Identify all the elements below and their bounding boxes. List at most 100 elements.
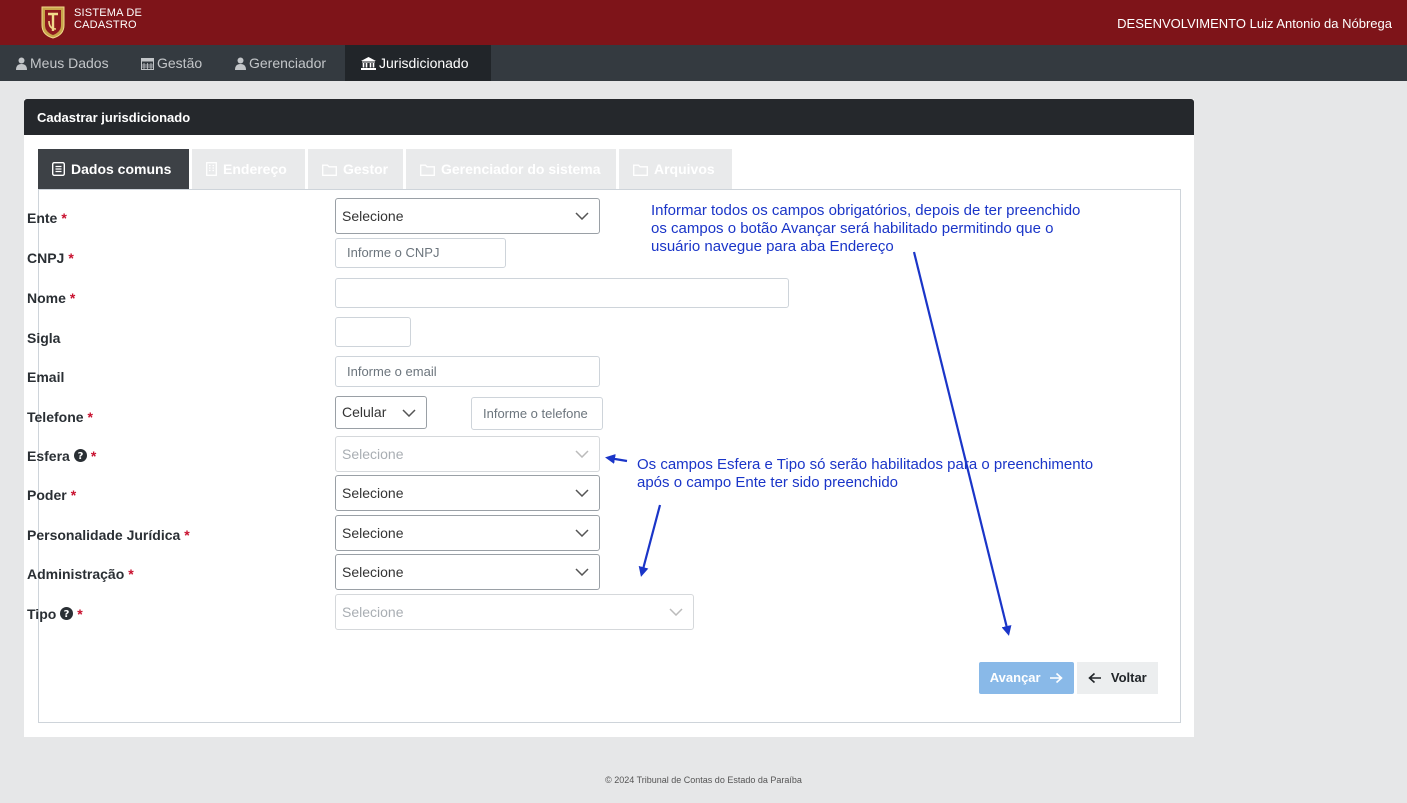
- tipo-value: Selecione: [342, 604, 404, 620]
- tab-arquivos[interactable]: Arquivos: [619, 149, 732, 189]
- required-mark: *: [87, 409, 93, 425]
- svg-text:?: ?: [64, 609, 70, 620]
- chevron-down-icon: [669, 608, 683, 616]
- back-label: Voltar: [1110, 670, 1147, 685]
- question-circle-icon[interactable]: ?: [60, 607, 74, 620]
- poder-select[interactable]: Selecione: [335, 475, 600, 511]
- nav-jurisdicionado[interactable]: Jurisdicionado: [345, 45, 491, 81]
- poder-value: Selecione: [342, 485, 404, 501]
- calendar-icon: [141, 58, 154, 70]
- label-nome: Nome *: [27, 290, 75, 308]
- top-header: SISTEMA DE CADASTRO DESENVOLVIMENTO Luiz…: [0, 0, 1407, 45]
- nav-gerenciador[interactable]: Gerenciador: [219, 45, 345, 81]
- folder-icon: [420, 164, 435, 176]
- card-title: Cadastrar jurisdicionado: [24, 99, 1194, 135]
- tab-gerenciador-sistema[interactable]: Gerenciador do sistema: [406, 149, 616, 189]
- folder-icon: [322, 164, 337, 176]
- label-text: Esfera: [27, 448, 70, 464]
- label-text: Email: [27, 369, 65, 385]
- annotation-required-fields: Informar todos os campos obrigatórios, d…: [651, 202, 1080, 256]
- sigla-input[interactable]: [335, 317, 411, 347]
- chevron-down-icon: [575, 568, 589, 576]
- main-nav: Meus Dados Gestão Gerenciador Jurisdicio…: [0, 45, 1407, 81]
- tab-label: Gerenciador do sistema: [441, 161, 601, 177]
- nav-label: Jurisdicionado: [379, 55, 469, 71]
- annotation-line: Informar todos os campos obrigatórios, d…: [651, 202, 1081, 219]
- annotation-line: após o campo Ente ter sido preenchido: [637, 474, 898, 491]
- label-text: CNPJ: [27, 250, 65, 266]
- register-card: Cadastrar jurisdicionado Dados comuns En…: [24, 99, 1194, 737]
- label-text: Administração: [27, 566, 125, 582]
- institution-icon: [361, 57, 376, 70]
- personalidade-juridica-select[interactable]: Selecione: [335, 515, 600, 551]
- chevron-down-icon: [575, 450, 589, 458]
- label-tipo: Tipo? *: [27, 606, 83, 624]
- nav-label: Meus Dados: [30, 55, 109, 71]
- label-sigla: Sigla: [27, 330, 60, 348]
- nome-input[interactable]: [335, 278, 789, 308]
- tab-gestor[interactable]: Gestor: [308, 149, 403, 189]
- annotation-line: usuário navegue para aba Endereço: [651, 238, 894, 255]
- tab-endereco[interactable]: Endereço: [192, 149, 305, 189]
- tab-label: Arquivos: [654, 161, 715, 177]
- label-poder: Poder *: [27, 487, 76, 505]
- label-personalidade-juridica: Personalidade Jurídica *: [27, 527, 190, 545]
- tipo-select[interactable]: Selecione: [335, 594, 694, 630]
- tab-label: Gestor: [343, 161, 389, 177]
- cnpj-input[interactable]: Informe o CNPJ: [335, 238, 506, 268]
- phone-type-select[interactable]: Celular: [335, 396, 427, 429]
- back-button[interactable]: Voltar: [1077, 662, 1158, 694]
- required-mark: *: [69, 290, 76, 306]
- user-icon: [235, 57, 246, 70]
- label-text: Personalidade Jurídica: [27, 527, 181, 543]
- folder-icon: [633, 164, 648, 176]
- label-text: Sigla: [27, 330, 61, 346]
- required-mark: *: [90, 448, 97, 464]
- next-button[interactable]: Avançar: [979, 662, 1074, 694]
- chevron-down-icon: [402, 408, 416, 417]
- phone-input[interactable]: Informe o telefone: [471, 397, 603, 430]
- system-name-line2: CADASTRO: [74, 19, 137, 31]
- system-name-line1: SISTEMA DE: [74, 7, 143, 19]
- label-text: Nome: [27, 290, 66, 306]
- required-mark: *: [184, 527, 190, 543]
- label-telefone: Telefone *: [27, 409, 93, 427]
- label-text: Ente: [27, 210, 58, 226]
- label-email: Email: [27, 369, 64, 387]
- label-cnpj: CNPJ *: [27, 250, 74, 268]
- nav-label: Gerenciador: [249, 55, 327, 71]
- tce-logo-icon: [41, 6, 65, 39]
- ente-select[interactable]: Selecione: [335, 198, 600, 234]
- required-mark: *: [128, 566, 134, 582]
- label-text: Tipo: [27, 606, 57, 622]
- required-mark: *: [61, 210, 67, 226]
- arrow-left-icon: [1088, 672, 1102, 684]
- annotation-esfera-tipo: Os campos Esfera e Tipo só serão habilit…: [637, 456, 1093, 492]
- administracao-select[interactable]: Selecione: [335, 554, 600, 590]
- phone-type-value: Celular: [342, 404, 387, 420]
- email-placeholder: Informe o email: [347, 364, 437, 379]
- tab-dados-comuns[interactable]: Dados comuns: [38, 149, 189, 189]
- label-esfera: Esfera? *: [27, 448, 96, 466]
- cnpj-placeholder: Informe o CNPJ: [347, 245, 440, 260]
- ente-value: Selecione: [342, 208, 404, 224]
- system-name: SISTEMA DE CADASTRO: [74, 7, 142, 31]
- required-mark: *: [70, 487, 77, 503]
- nav-gestao[interactable]: Gestão: [125, 45, 219, 81]
- chevron-down-icon: [575, 529, 589, 537]
- building-icon: [206, 162, 217, 176]
- question-circle-icon[interactable]: ?: [73, 449, 87, 462]
- user-icon: [16, 57, 27, 70]
- email-input[interactable]: Informe o email: [335, 356, 600, 387]
- nav-meus-dados[interactable]: Meus Dados: [0, 45, 125, 81]
- required-mark: *: [68, 250, 74, 266]
- required-mark: *: [77, 606, 83, 622]
- annotation-line: os campos o botão Avançar será habilitad…: [651, 220, 1054, 237]
- tab-label: Dados comuns: [71, 161, 172, 177]
- personalidade-value: Selecione: [342, 525, 404, 541]
- esfera-select[interactable]: Selecione: [335, 436, 600, 472]
- label-text: Telefone: [27, 409, 84, 425]
- annotation-line: Os campos Esfera e Tipo só serão habilit…: [637, 456, 1094, 473]
- chevron-down-icon: [575, 489, 589, 497]
- user-name[interactable]: DESENVOLVIMENTO Luiz Antonio da Nóbrega: [1117, 16, 1392, 31]
